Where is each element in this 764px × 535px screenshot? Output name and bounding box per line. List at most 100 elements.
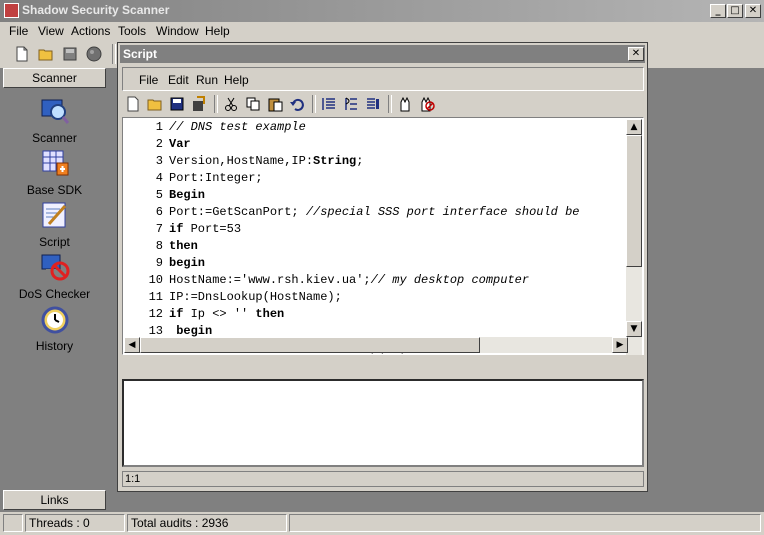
line-number: 7 xyxy=(155,222,163,236)
code-line[interactable]: 1 // DNS test example xyxy=(123,120,628,137)
code-line[interactable]: 6 Port:=GetScanPort; //special SSS port i… xyxy=(123,205,628,222)
script-menubar: File Edit Run Help xyxy=(122,67,644,91)
status-threads: Threads : 0 xyxy=(25,514,125,532)
code-area[interactable]: 1 // DNS test example 2 Var 3 Version,HostNam… xyxy=(123,120,628,356)
menu-file[interactable]: File xyxy=(9,24,28,38)
code-line[interactable]: 10 HostName:='www.rsh.kiev.ua';// my desk… xyxy=(123,273,628,290)
line-text: Begin xyxy=(169,188,205,202)
status-panel-empty xyxy=(3,514,23,532)
step-icon[interactable] xyxy=(343,96,359,112)
script-menu-help[interactable]: Help xyxy=(224,73,249,87)
horizontal-scrollbar[interactable]: ◀ ▶ xyxy=(124,337,628,353)
run-icon[interactable] xyxy=(365,96,381,112)
sidebar-header-scanner[interactable]: Scanner xyxy=(3,68,106,88)
maximize-button[interactable]: □ xyxy=(727,4,743,18)
menu-actions[interactable]: Actions xyxy=(71,24,110,38)
code-token: begin xyxy=(169,256,206,270)
sidebar-footer-links[interactable]: Links xyxy=(3,490,106,510)
line-text: IP:=DnsLookup(HostName); xyxy=(169,290,342,304)
sidebar-item-history[interactable]: History xyxy=(3,304,106,353)
code-line[interactable]: 2 Var xyxy=(123,137,628,154)
open-icon[interactable] xyxy=(147,96,163,112)
cut-icon[interactable] xyxy=(223,96,239,112)
code-line[interactable]: 3 Version,HostName,IP:String; xyxy=(123,154,628,171)
code-line[interactable]: 4 Port:Integer; xyxy=(123,171,628,188)
hscroll-thumb[interactable] xyxy=(140,337,480,353)
code-token: // my desktop computer xyxy=(370,273,530,287)
sidebar-item-base-sdk[interactable]: Base SDK xyxy=(3,148,106,197)
scroll-right-button[interactable]: ▶ xyxy=(612,337,628,353)
status-panel-info xyxy=(289,514,761,532)
undo-icon[interactable] xyxy=(289,96,305,112)
menu-window[interactable]: Window xyxy=(156,24,199,38)
history-icon xyxy=(41,306,68,334)
code-token: Port=53 xyxy=(183,222,242,236)
stop-icon[interactable] xyxy=(86,46,102,62)
scanner-icon xyxy=(41,99,69,124)
line-text: // DNS test example xyxy=(169,120,306,134)
script-menu-edit[interactable]: Edit xyxy=(168,73,189,87)
menu-tools[interactable]: Tools xyxy=(118,24,146,38)
menu-help[interactable]: Help xyxy=(205,24,230,38)
scroll-thumb[interactable] xyxy=(626,135,642,267)
script-close-button[interactable]: ✕ xyxy=(628,47,644,61)
save-icon[interactable] xyxy=(169,96,185,112)
cursor-position: 1:1 xyxy=(122,471,644,487)
minimize-button[interactable]: _ xyxy=(710,4,726,18)
code-line[interactable]: 11 IP:=DnsLookup(HostName); xyxy=(123,290,628,307)
paste-icon[interactable] xyxy=(267,96,283,112)
line-number: 2 xyxy=(155,137,163,151)
sidebar-item-label: Scanner xyxy=(32,131,77,145)
copy-icon[interactable] xyxy=(245,96,261,112)
code-token: String xyxy=(313,154,357,168)
compile-icon[interactable] xyxy=(321,96,337,112)
main-menubar: File View Actions Tools Window Help xyxy=(0,22,764,40)
scroll-up-button[interactable]: ▲ xyxy=(626,119,642,135)
scroll-down-button[interactable]: ▼ xyxy=(626,321,642,337)
line-text: Var xyxy=(169,137,191,151)
save-as-icon[interactable] xyxy=(191,96,207,112)
script-icon xyxy=(42,202,66,228)
line-text: then xyxy=(169,239,198,253)
code-token: Version,HostName,IP: xyxy=(169,154,314,168)
breakpoint-icon[interactable] xyxy=(419,96,435,112)
sidebar: Scanner Scanner Base SDK Script DoS Chec… xyxy=(3,68,106,510)
vertical-scrollbar[interactable]: ▲ ▼ xyxy=(626,119,642,355)
code-token: then xyxy=(255,307,285,321)
main-titlebar: Shadow Security Scanner _ □ ✕ xyxy=(0,0,764,22)
code-line[interactable]: 12 if Ip <> '' then xyxy=(123,307,628,324)
status-bar: Threads : 0 Total audits : 2936 xyxy=(0,512,764,535)
line-text: if Ip <> '' then xyxy=(169,307,284,321)
stop-icon[interactable] xyxy=(397,96,413,112)
line-number: 5 xyxy=(155,188,163,202)
base-sdk-icon xyxy=(42,150,68,176)
sidebar-item-dos-checker[interactable]: DoS Checker xyxy=(3,252,106,301)
line-number: 3 xyxy=(155,154,163,168)
sidebar-item-script[interactable]: Script xyxy=(3,200,106,249)
script-menu-file[interactable]: File xyxy=(139,73,158,87)
line-number: 11 xyxy=(148,290,163,304)
line-text: if Port=53 xyxy=(169,222,241,236)
new-icon[interactable] xyxy=(125,96,141,112)
code-line[interactable]: 7 if Port=53 xyxy=(123,222,628,239)
code-line[interactable]: 9 begin xyxy=(123,256,628,273)
script-window-titlebar: Script ✕ xyxy=(120,45,645,63)
close-button[interactable]: ✕ xyxy=(745,4,761,18)
output-pane[interactable] xyxy=(122,379,644,467)
line-number: 1 xyxy=(155,120,163,134)
toolbar-separator xyxy=(214,95,218,113)
code-line[interactable]: 5 Begin xyxy=(123,188,628,205)
menu-view[interactable]: View xyxy=(38,24,64,38)
save-icon[interactable] xyxy=(62,46,78,62)
line-text: HostName:='www.rsh.kiev.ua';// my deskto… xyxy=(169,273,529,287)
code-token: Port:Integer; xyxy=(169,171,263,185)
scroll-left-button[interactable]: ◀ xyxy=(124,337,140,353)
line-text: begin xyxy=(169,324,212,338)
script-menu-run[interactable]: Run xyxy=(196,73,218,87)
open-icon[interactable] xyxy=(38,46,54,62)
sidebar-item-scanner[interactable]: Scanner xyxy=(3,96,106,145)
code-editor[interactable]: 1 // DNS test example 2 Var 3 Version,HostNam… xyxy=(122,117,644,355)
new-icon[interactable] xyxy=(14,46,30,62)
code-line[interactable]: 8 then xyxy=(123,239,628,256)
line-number: 12 xyxy=(148,307,163,321)
